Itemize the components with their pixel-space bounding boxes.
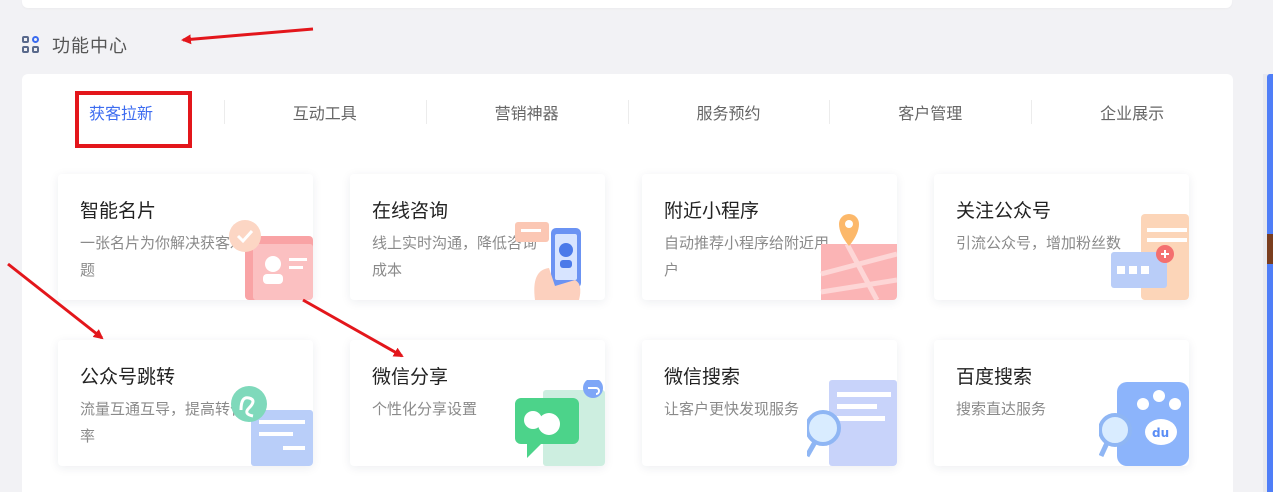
- tab-company-showcase[interactable]: 企业展示: [1031, 92, 1233, 132]
- section-header: 功能中心: [22, 33, 128, 57]
- adjacent-panel-edge: [1263, 74, 1273, 492]
- section-title: 功能中心: [52, 36, 128, 57]
- business-card-icon: [229, 220, 313, 300]
- card-title: 公众号跳转: [80, 366, 176, 388]
- svg-text:du: du: [1152, 426, 1169, 440]
- baidu-search-icon: du: [1099, 382, 1189, 466]
- card-wechat-search[interactable]: 微信搜索 让客户更快发现服务: [642, 340, 897, 466]
- card-account-redirect[interactable]: 公众号跳转 流量互通互导，提高转化率: [58, 340, 313, 466]
- card-title: 关注公众号: [956, 200, 1052, 222]
- card-nearby-miniprogram[interactable]: 附近小程序 自动推荐小程序给附近用户: [642, 174, 897, 300]
- follow-account-icon: [1111, 214, 1189, 300]
- card-title: 微信分享: [372, 366, 449, 388]
- tab-customer-management[interactable]: 客户管理: [829, 92, 1031, 132]
- annotation-highlight-box: [75, 91, 192, 148]
- category-tabs: 获客拉新 互动工具 营销神器 服务预约 客户管理 企业展示: [22, 92, 1233, 132]
- tab-interaction-tools[interactable]: 互动工具: [223, 92, 426, 132]
- annotation-arrow: [181, 27, 314, 45]
- feature-panel: 获客拉新 互动工具 营销神器 服务预约 客户管理 企业展示 智能名片 一张名片为…: [22, 74, 1233, 492]
- phone-chat-icon: [515, 222, 581, 300]
- grid-apps-icon: [22, 36, 40, 54]
- card-baidu-search[interactable]: 百度搜索 搜索直达服务 du: [934, 340, 1189, 466]
- card-online-consult[interactable]: 在线咨询 线上实时沟通，降低咨询成本: [350, 174, 605, 300]
- search-document-icon: [807, 380, 897, 466]
- card-follow-official-account[interactable]: 关注公众号 引流公众号，增加粉丝数: [934, 174, 1189, 300]
- card-title: 在线咨询: [372, 200, 449, 222]
- tab-booking[interactable]: 服务预约: [627, 92, 830, 132]
- tab-marketing[interactable]: 营销神器: [425, 92, 628, 132]
- map-pin-icon: [820, 214, 897, 300]
- top-panel-edge: [22, 0, 1232, 8]
- card-title: 百度搜索: [956, 366, 1033, 388]
- card-title: 微信搜索: [664, 366, 741, 388]
- card-title: 附近小程序: [664, 200, 760, 222]
- redirect-icon: [231, 386, 313, 466]
- wechat-share-icon: [515, 380, 605, 466]
- card-wechat-share[interactable]: 微信分享 个性化分享设置: [350, 340, 605, 466]
- card-smart-business-card[interactable]: 智能名片 一张名片为你解决获客难题: [58, 174, 313, 300]
- card-title: 智能名片: [80, 200, 157, 222]
